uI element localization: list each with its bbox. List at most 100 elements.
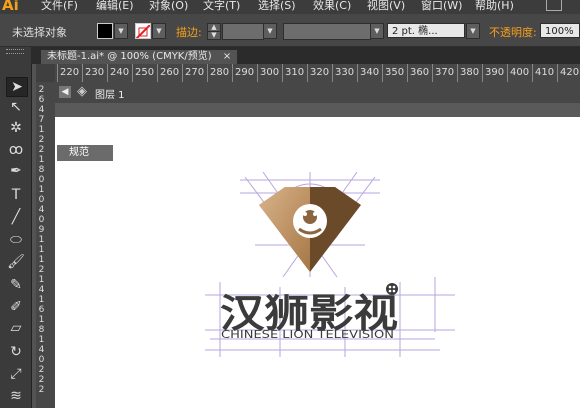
ruler-origin[interactable] bbox=[36, 64, 55, 82]
ruler-tick bbox=[457, 64, 458, 82]
menu-file[interactable]: 文件(F) bbox=[41, 0, 78, 13]
selection-status: 未选择对象 bbox=[12, 26, 67, 39]
menu-window[interactable]: 窗口(W) bbox=[421, 0, 462, 13]
opacity-label[interactable]: 不透明度: bbox=[489, 24, 537, 40]
ruler-label: 390 bbox=[485, 67, 505, 78]
ruler-tick bbox=[157, 64, 158, 82]
menu-type[interactable]: 文字(T) bbox=[203, 0, 240, 13]
vertical-ruler-label: 1 bbox=[38, 155, 45, 165]
vertical-ruler-label: 1 bbox=[38, 255, 45, 265]
variable-width-profile[interactable] bbox=[283, 23, 371, 40]
vertical-ruler-label: 1 bbox=[38, 235, 45, 245]
ruler-label: 380 bbox=[460, 67, 480, 78]
stroke-dropdown-icon[interactable]: ▼ bbox=[152, 23, 166, 39]
vertical-ruler-label: 2 bbox=[38, 145, 45, 155]
brush-definition[interactable]: 2 pt. 椭... bbox=[387, 23, 465, 38]
stroke-color-swatch[interactable] bbox=[135, 23, 151, 39]
vertical-ruler-label: 2 bbox=[38, 85, 45, 95]
vertical-ruler-label: 8 bbox=[38, 325, 45, 335]
ruler-tick bbox=[232, 64, 233, 82]
ruler-label: 260 bbox=[160, 67, 180, 78]
vertical-ruler-label: 2 bbox=[38, 375, 45, 385]
ruler-label: 370 bbox=[435, 67, 455, 78]
opacity-input[interactable]: 100% bbox=[540, 23, 580, 38]
close-tab-icon[interactable]: × bbox=[223, 51, 231, 62]
no-stroke-icon bbox=[136, 24, 150, 38]
ruler-tick bbox=[182, 64, 183, 82]
vertical-ruler-label: 0 bbox=[38, 355, 45, 365]
arrange-documents-icon[interactable] bbox=[546, 0, 562, 11]
vertical-ruler-label: 1 bbox=[38, 125, 45, 135]
stroke-label[interactable]: 描边: bbox=[176, 24, 202, 40]
menu-edit[interactable]: 编辑(E) bbox=[96, 0, 134, 13]
direct-selection-tool-icon[interactable]: ↖ bbox=[6, 98, 26, 116]
vertical-ruler-label: 6 bbox=[38, 95, 45, 105]
ruler-label: 250 bbox=[135, 67, 155, 78]
ruler-label: 290 bbox=[235, 67, 255, 78]
panel-grip[interactable] bbox=[6, 49, 24, 54]
menu-view[interactable]: 视图(V) bbox=[367, 0, 405, 13]
vertical-ruler-label: 1 bbox=[38, 245, 45, 255]
rotate-tool-icon[interactable]: ↻ bbox=[6, 343, 26, 361]
ruler-label: 310 bbox=[285, 67, 305, 78]
logo-artwork[interactable]: 汉狮影视 CHINESE LION TELEVISION bbox=[55, 117, 580, 408]
blob-brush-tool-icon[interactable]: ✐ bbox=[6, 298, 26, 316]
layer-name[interactable]: 图层 1 bbox=[95, 86, 125, 101]
menu-object[interactable]: 对象(O) bbox=[149, 0, 188, 13]
vertical-ruler-label: 0 bbox=[38, 195, 45, 205]
ruler-label: 270 bbox=[185, 67, 205, 78]
vertical-ruler-label: 4 bbox=[38, 205, 45, 215]
vertical-ruler-label: 0 bbox=[38, 175, 45, 185]
vertical-ruler[interactable]: 2647122180104091112141618140222 bbox=[36, 82, 56, 408]
warp-tool-icon[interactable]: ≋ bbox=[6, 387, 26, 405]
ruler-tick bbox=[257, 64, 258, 82]
ruler-tick bbox=[432, 64, 433, 82]
ruler-tick bbox=[407, 64, 408, 82]
fill-dropdown-icon[interactable]: ▼ bbox=[114, 23, 128, 39]
ruler-label: 320 bbox=[310, 67, 330, 78]
horizontal-ruler[interactable]: 220 230 240 250 260 270 280 290 300 310 320 330 340 3… bbox=[55, 64, 580, 83]
type-tool-icon[interactable]: T bbox=[6, 186, 26, 204]
ruler-tick bbox=[557, 64, 558, 82]
vertical-ruler-label: 7 bbox=[38, 115, 45, 125]
ruler-label: 280 bbox=[210, 67, 230, 78]
vertical-ruler-label: 1 bbox=[38, 295, 45, 305]
ruler-label: 230 bbox=[85, 67, 105, 78]
stroke-weight-input[interactable] bbox=[222, 23, 264, 40]
ruler-label: 420 bbox=[560, 67, 580, 78]
pencil-tool-icon[interactable]: ✎ bbox=[6, 276, 26, 294]
eraser-tool-icon[interactable]: ▱ bbox=[6, 319, 26, 337]
menu-select[interactable]: 选择(S) bbox=[258, 0, 296, 13]
scale-tool-icon[interactable]: ⤢ bbox=[6, 365, 26, 383]
line-tool-icon[interactable]: ╱ bbox=[6, 208, 26, 226]
ruler-tick bbox=[532, 64, 533, 82]
ruler-tick bbox=[357, 64, 358, 82]
vertical-ruler-label: 4 bbox=[38, 105, 45, 115]
lasso-tool-icon[interactable]: ꝏ bbox=[6, 141, 26, 159]
ellipse-tool-icon[interactable]: ⬭ bbox=[6, 231, 26, 249]
menu-effect[interactable]: 效果(C) bbox=[313, 0, 351, 13]
fill-color-swatch[interactable] bbox=[97, 23, 113, 39]
document-tab-bar: 未标题-1.ai* @ 100% (CMYK/预览) × bbox=[31, 47, 580, 64]
document-tab[interactable]: 未标题-1.ai* @ 100% (CMYK/预览) × bbox=[41, 50, 238, 64]
selection-tool-icon[interactable]: ➤ bbox=[6, 77, 28, 97]
pen-tool-icon[interactable]: ✒ bbox=[6, 162, 26, 180]
vertical-ruler-label: 6 bbox=[38, 305, 45, 315]
artboard[interactable]: 规范 汉狮影视 CHINESE LION TELEVISION bbox=[55, 117, 580, 408]
menu-help[interactable]: 帮助(H) bbox=[475, 0, 514, 13]
vertical-ruler-label: 2 bbox=[38, 135, 45, 145]
ruler-label: 340 bbox=[360, 67, 380, 78]
brush-dropdown-icon[interactable]: ▼ bbox=[466, 23, 480, 39]
stroke-weight-dropdown-icon[interactable]: ▼ bbox=[263, 23, 277, 39]
ruler-label: 330 bbox=[335, 67, 355, 78]
ruler-tick bbox=[107, 64, 108, 82]
magic-wand-tool-icon[interactable]: ✲ bbox=[6, 119, 26, 137]
ruler-label: 220 bbox=[60, 67, 80, 78]
stroke-weight-down-icon[interactable]: ▼ bbox=[207, 31, 221, 40]
ruler-label: 300 bbox=[260, 67, 280, 78]
back-arrow-icon[interactable]: ◀ bbox=[59, 86, 71, 98]
vertical-ruler-label: 2 bbox=[38, 365, 45, 375]
profile-dropdown-icon[interactable]: ▼ bbox=[370, 23, 384, 39]
ruler-label: 360 bbox=[410, 67, 430, 78]
paintbrush-tool-icon[interactable]: 🖌 bbox=[6, 253, 26, 271]
